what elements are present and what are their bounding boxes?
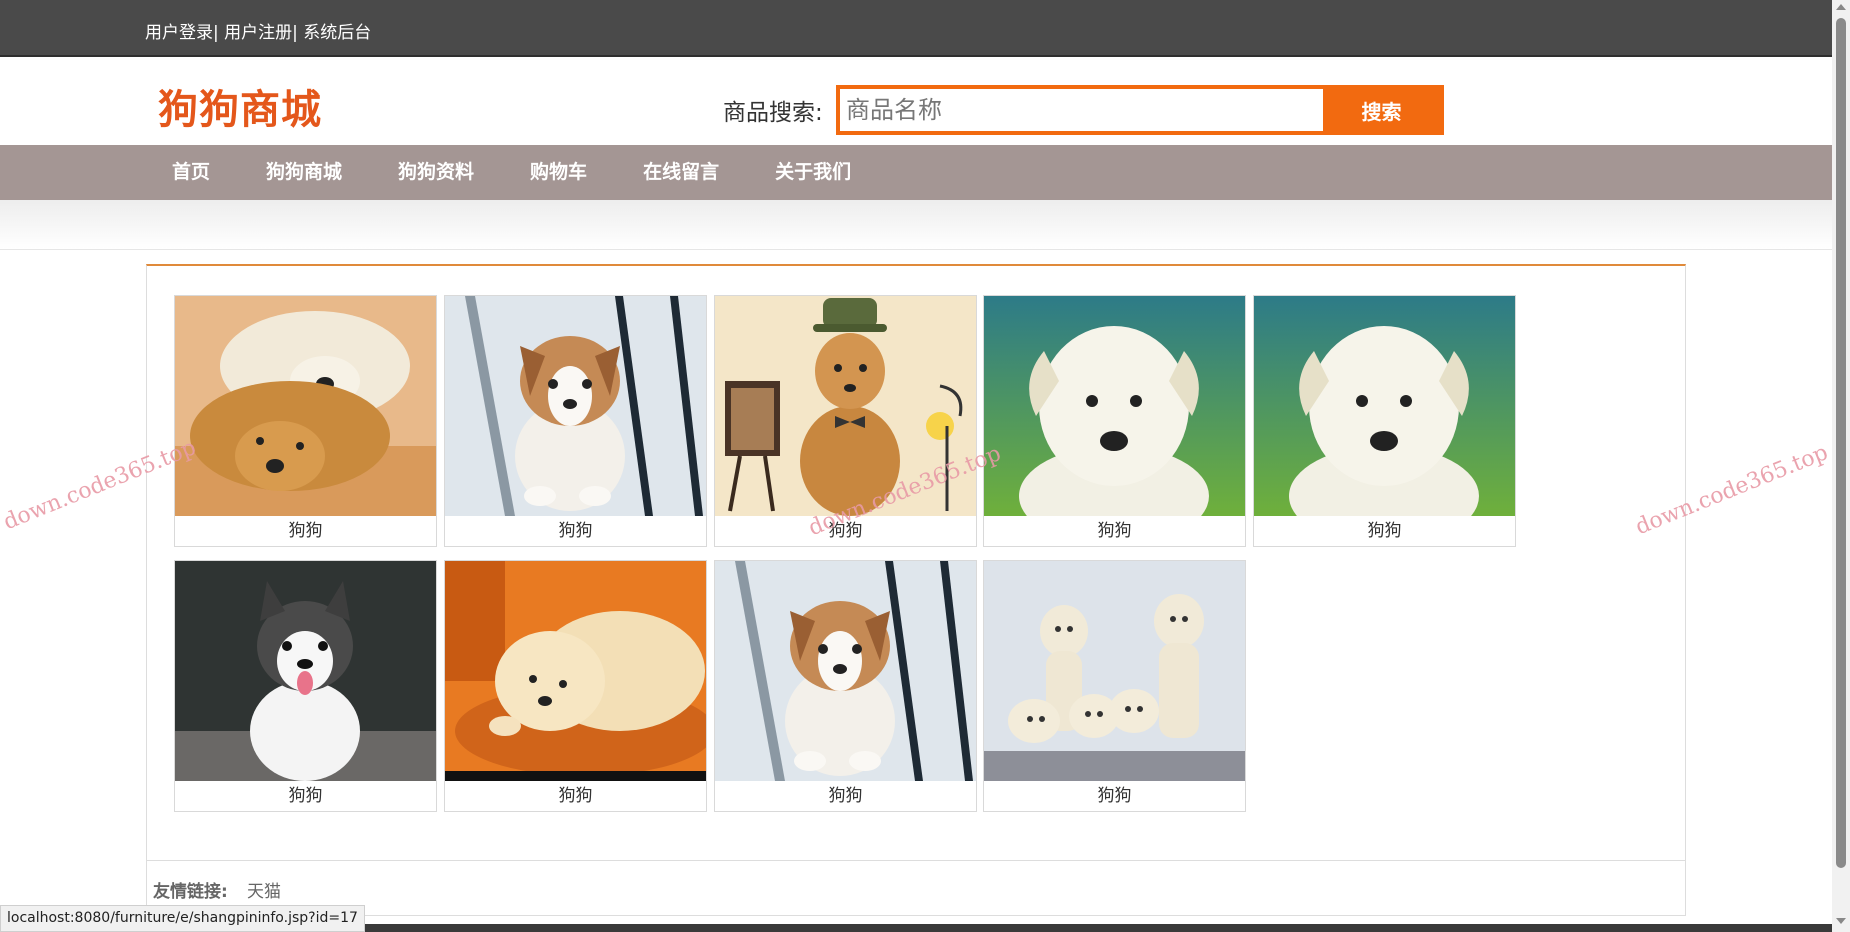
header-band <box>0 200 1832 250</box>
login-link[interactable]: 用户登录 <box>145 23 213 43</box>
product-card[interactable]: 狗狗 <box>174 560 437 812</box>
product-card[interactable]: 狗狗 <box>983 560 1246 812</box>
product-name[interactable]: 狗狗 <box>984 516 1245 546</box>
cream-puppy-icon <box>445 561 706 781</box>
scroll-thumb[interactable] <box>1836 18 1846 868</box>
product-panel: 狗狗 狗狗 狗狗 狗狗 狗狗 狗狗 狗狗 狗狗 狗狗 <box>146 264 1686 916</box>
vertical-scrollbar[interactable] <box>1832 0 1850 932</box>
product-name[interactable]: 狗狗 <box>445 516 706 546</box>
nav-item-home[interactable]: 首页 <box>172 145 210 200</box>
link-separator: | <box>292 23 304 43</box>
nav-item-message[interactable]: 在线留言 <box>643 145 719 200</box>
golden-pair-icon <box>175 296 436 516</box>
product-card[interactable]: 狗狗 <box>444 295 707 547</box>
nav-item-dog-mall[interactable]: 狗狗商城 <box>266 145 342 200</box>
scroll-down-arrow-icon[interactable] <box>1836 918 1846 924</box>
account-links: 用户登录| 用户注册| 系统后台 <box>145 18 371 43</box>
product-name[interactable]: 狗狗 <box>175 516 436 546</box>
product-card[interactable]: 狗狗 <box>714 295 977 547</box>
nav-item-dog-info[interactable]: 狗狗资料 <box>398 145 474 200</box>
main-nav: 首页 狗狗商城 狗狗资料 购物车 在线留言 关于我们 <box>0 145 1832 200</box>
admin-link[interactable]: 系统后台 <box>303 23 371 43</box>
white-puppy-icon <box>1254 296 1515 516</box>
product-card[interactable]: 狗狗 <box>714 560 977 812</box>
product-name[interactable]: 狗狗 <box>445 781 706 811</box>
site-logo[interactable]: 狗狗商城 <box>158 77 322 135</box>
product-name[interactable]: 狗狗 <box>984 781 1245 811</box>
friend-links: 友情链接: 天猫 <box>146 860 1686 916</box>
scroll-up-arrow-icon[interactable] <box>1836 4 1846 10</box>
golden-hat-puppy-icon <box>715 296 976 516</box>
white-puppy-icon <box>984 296 1245 516</box>
product-card[interactable]: 狗狗 <box>1253 295 1516 547</box>
friend-link-tmall[interactable]: 天猫 <box>247 877 281 902</box>
search-input[interactable] <box>840 89 1326 131</box>
product-card[interactable]: 狗狗 <box>174 295 437 547</box>
nav-item-about[interactable]: 关于我们 <box>775 145 851 200</box>
product-name[interactable]: 狗狗 <box>1254 516 1515 546</box>
product-name[interactable]: 狗狗 <box>715 516 976 546</box>
corgi-puppy-icon <box>445 296 706 516</box>
nav-item-cart[interactable]: 购物车 <box>530 145 587 200</box>
product-card[interactable]: 狗狗 <box>444 560 707 812</box>
status-bar-url: localhost:8080/furniture/e/shangpininfo.… <box>0 905 365 932</box>
register-link[interactable]: 用户注册 <box>224 23 292 43</box>
labrador-puppies-icon <box>984 561 1245 781</box>
corgi-puppy-icon <box>715 561 976 781</box>
site-header: 狗狗商城 商品搜索: 搜索 <box>0 57 1832 145</box>
product-name[interactable]: 狗狗 <box>715 781 976 811</box>
search-box: 搜索 <box>836 85 1444 135</box>
friend-links-label: 友情链接: <box>153 882 228 902</box>
top-bar: 用户登录| 用户注册| 系统后台 <box>0 0 1832 57</box>
product-name[interactable]: 狗狗 <box>175 781 436 811</box>
link-separator: | <box>213 23 225 43</box>
search-label: 商品搜索: <box>723 100 823 126</box>
product-card[interactable]: 狗狗 <box>983 295 1246 547</box>
search-button[interactable]: 搜索 <box>1323 89 1440 131</box>
husky-puppy-icon <box>175 561 436 781</box>
